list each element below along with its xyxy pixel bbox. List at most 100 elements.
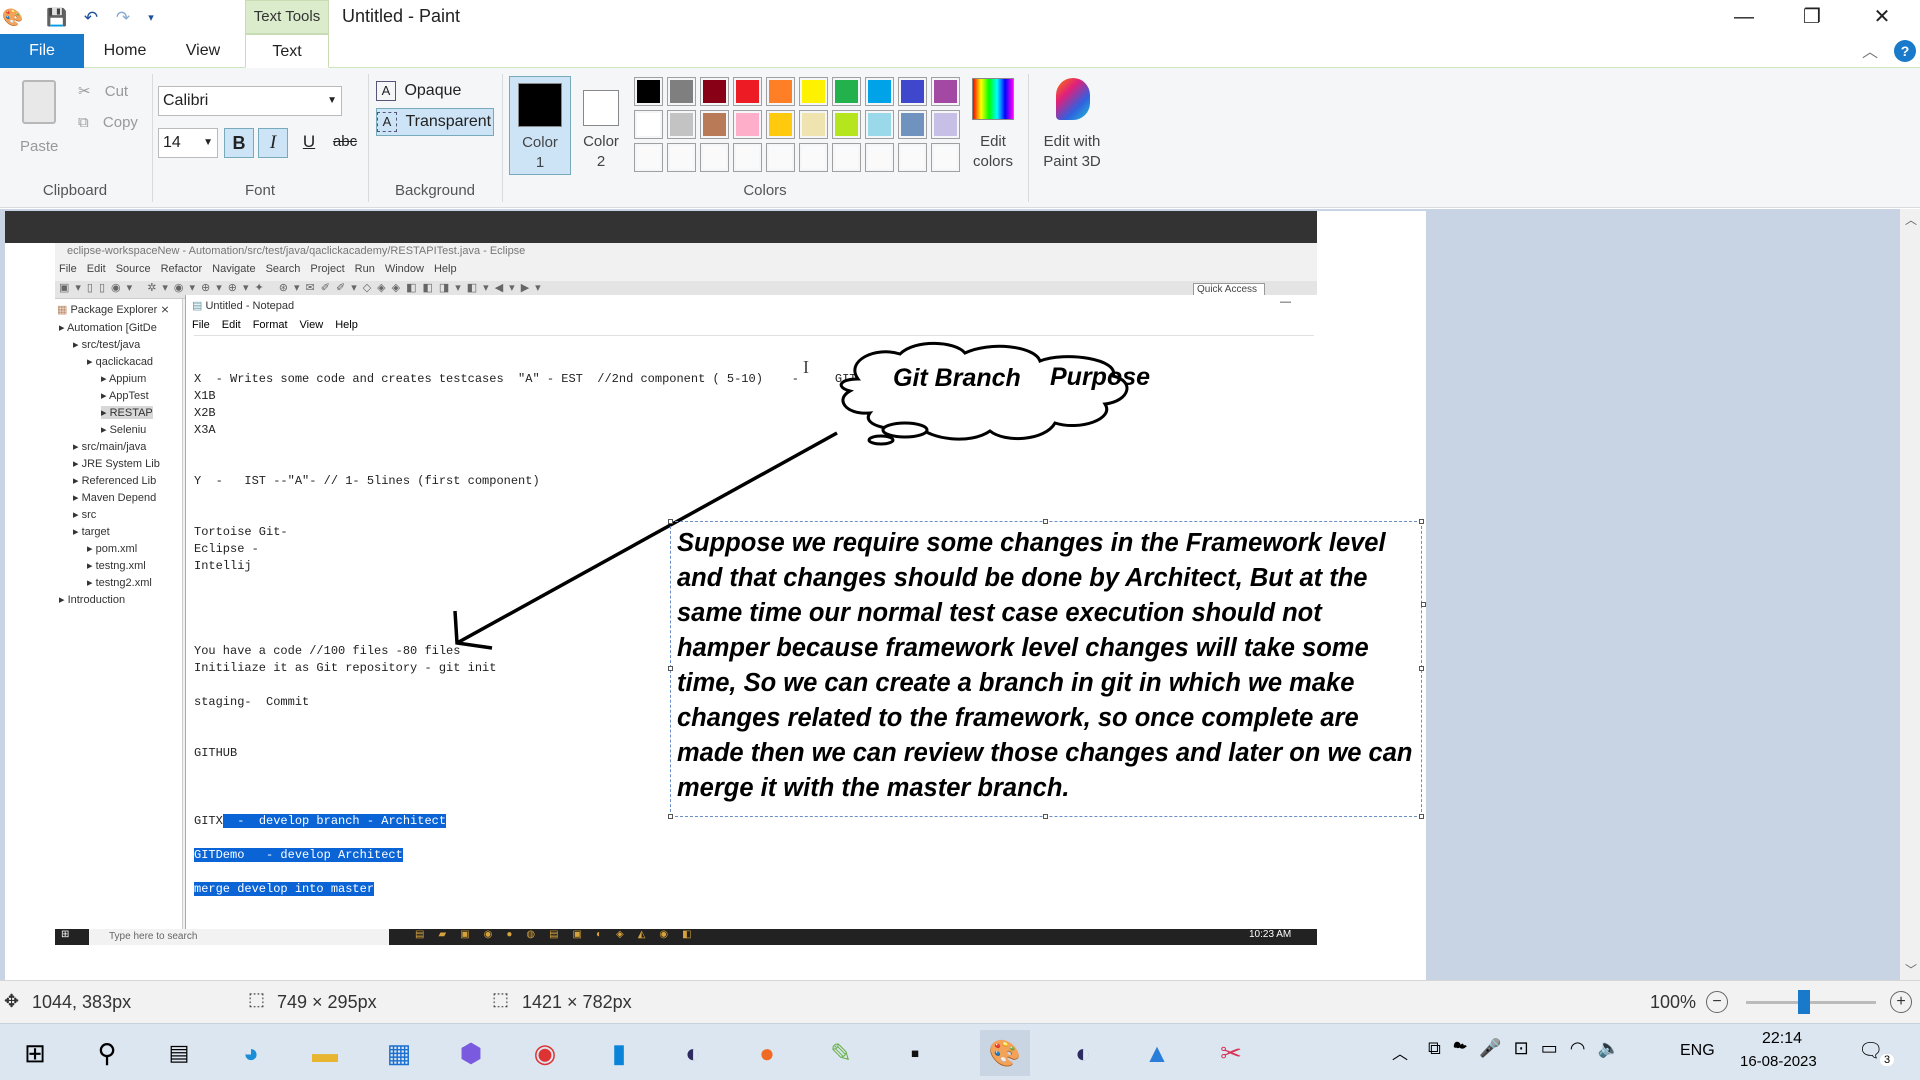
color-swatch[interactable] — [766, 143, 795, 172]
drawing-canvas[interactable]: eclipse-workspaceNew - Automation/src/te… — [5, 211, 1426, 980]
color-swatch[interactable] — [898, 110, 927, 139]
color-swatch[interactable] — [799, 143, 828, 172]
bold-button[interactable]: B — [224, 128, 254, 158]
copy-button[interactable]: ⧉ Copy — [78, 114, 138, 131]
paint-app-icon[interactable]: 🎨 — [0, 6, 26, 30]
search-icon[interactable]: ⚲ — [82, 1030, 132, 1076]
color-swatch[interactable] — [667, 110, 696, 139]
color-swatch[interactable] — [898, 143, 927, 172]
resize-handle[interactable] — [1043, 519, 1048, 524]
vertical-scrollbar[interactable]: ︿ ﹀ — [1900, 209, 1920, 980]
font-size-select[interactable]: 14 ▼ — [158, 128, 218, 158]
resize-handle[interactable] — [668, 519, 673, 524]
color-swatch[interactable] — [766, 110, 795, 139]
tab-view[interactable]: View — [170, 34, 236, 68]
strikethrough-button[interactable]: abc — [328, 128, 362, 158]
paint-icon[interactable]: 🎨 — [980, 1030, 1030, 1076]
start-button[interactable]: ⊞ — [10, 1030, 60, 1076]
color-swatch[interactable] — [832, 110, 861, 139]
color-swatch[interactable] — [865, 143, 894, 172]
paste-button[interactable]: Paste — [14, 80, 66, 170]
notepad-plus-icon[interactable]: ✎ — [816, 1030, 866, 1076]
customize-quick-access-icon[interactable]: ▾ — [138, 6, 164, 30]
color-swatch[interactable] — [634, 110, 663, 139]
edit-colors-button[interactable]: Edit colors — [964, 78, 1022, 178]
clock-time[interactable]: 22:14 — [1762, 1030, 1802, 1048]
collapse-ribbon-icon[interactable]: ︿ — [1862, 38, 1878, 62]
zoom-out-button[interactable]: − — [1706, 991, 1728, 1013]
color-swatch[interactable] — [700, 77, 729, 106]
resize-handle[interactable] — [668, 666, 673, 671]
resize-handle[interactable] — [668, 814, 673, 819]
close-button[interactable]: ✕ — [1852, 0, 1912, 34]
thought-bubble — [881, 421, 929, 439]
color-swatch[interactable] — [931, 143, 960, 172]
annotation-textbox[interactable]: Suppose we require some changes in the F… — [668, 519, 1424, 819]
color-swatch[interactable] — [667, 77, 696, 106]
photos-icon[interactable]: ▲ — [1132, 1030, 1182, 1076]
postman-icon[interactable]: ● — [742, 1030, 792, 1076]
show-hidden-icons[interactable]: ︿ — [1392, 1040, 1408, 1064]
opaque-button[interactable]: A Opaque — [376, 78, 496, 104]
color-swatch[interactable] — [667, 143, 696, 172]
color-swatch[interactable] — [700, 143, 729, 172]
edge-icon[interactable]: ◕ — [226, 1030, 276, 1076]
zoom-slider-thumb[interactable] — [1798, 990, 1810, 1014]
color-swatch[interactable] — [931, 110, 960, 139]
color-swatch[interactable] — [832, 143, 861, 172]
snipping-tool-icon[interactable]: ✂ — [1206, 1030, 1256, 1076]
resize-handle[interactable] — [1419, 519, 1424, 524]
color-swatch[interactable] — [832, 77, 861, 106]
file-explorer-icon[interactable]: ▬ — [300, 1030, 350, 1076]
copilot-icon[interactable]: ⬢ — [446, 1030, 496, 1076]
color-swatch[interactable] — [865, 77, 894, 106]
tab-home[interactable]: Home — [90, 34, 160, 68]
underline-button[interactable]: U — [294, 128, 324, 158]
zoom-slider[interactable] — [1746, 990, 1876, 1014]
input-language[interactable]: ENG — [1680, 1042, 1715, 1060]
italic-button[interactable]: I — [258, 128, 288, 158]
color-swatch[interactable] — [931, 77, 960, 106]
maximize-button[interactable]: ❐ — [1782, 0, 1842, 34]
color2-button[interactable]: Color 2 — [571, 76, 633, 175]
color-swatch[interactable] — [634, 77, 663, 106]
eclipse-icon-2[interactable]: ◐ — [1058, 1030, 1108, 1076]
clock-date[interactable]: 16-08-2023 — [1740, 1053, 1817, 1070]
color-swatch[interactable] — [898, 77, 927, 106]
color-swatch[interactable] — [766, 77, 795, 106]
app-icon[interactable]: ▮ — [594, 1030, 644, 1076]
save-icon[interactable]: 💾 — [44, 6, 70, 30]
task-view-icon[interactable]: ▤ — [154, 1030, 204, 1076]
color-swatch[interactable] — [634, 143, 663, 172]
color-palette — [634, 77, 964, 176]
color-swatch[interactable] — [733, 110, 762, 139]
color-swatch[interactable] — [733, 77, 762, 106]
minimize-button[interactable]: — — [1714, 0, 1774, 34]
resize-handle[interactable] — [1043, 814, 1048, 819]
scroll-up-icon[interactable]: ︿ — [1905, 211, 1917, 228]
resize-handle[interactable] — [1419, 814, 1424, 819]
color-swatch[interactable] — [733, 143, 762, 172]
canvas-resize-handle[interactable] — [1421, 602, 1426, 607]
color-swatch[interactable] — [865, 110, 894, 139]
scroll-down-icon[interactable]: ﹀ — [1905, 961, 1917, 978]
redo-icon[interactable]: ↷ — [110, 6, 136, 30]
color-swatch[interactable] — [799, 77, 828, 106]
resize-handle[interactable] — [1419, 666, 1424, 671]
color1-button[interactable]: Color 1 — [509, 76, 571, 175]
tab-text[interactable]: Text — [245, 34, 329, 68]
edit-with-paint3d-button[interactable]: Edit with Paint 3D — [1034, 78, 1110, 178]
undo-icon[interactable]: ↶ — [78, 6, 104, 30]
transparent-button[interactable]: A Transparent — [376, 108, 494, 136]
eclipse-icon[interactable]: ◐ — [668, 1030, 718, 1076]
help-icon[interactable]: ? — [1894, 40, 1916, 62]
tab-file[interactable]: File — [0, 34, 84, 68]
terminal-icon[interactable]: ▪ — [890, 1030, 940, 1076]
color-swatch[interactable] — [799, 110, 828, 139]
font-family-select[interactable]: Calibri ▼ — [158, 86, 342, 116]
color-swatch[interactable] — [700, 110, 729, 139]
zoom-in-button[interactable]: + — [1890, 991, 1912, 1013]
store-icon[interactable]: ▦ — [374, 1030, 424, 1076]
chrome-icon[interactable]: ◉ — [520, 1030, 570, 1076]
cut-button[interactable]: ✂ Cut — [78, 82, 128, 100]
